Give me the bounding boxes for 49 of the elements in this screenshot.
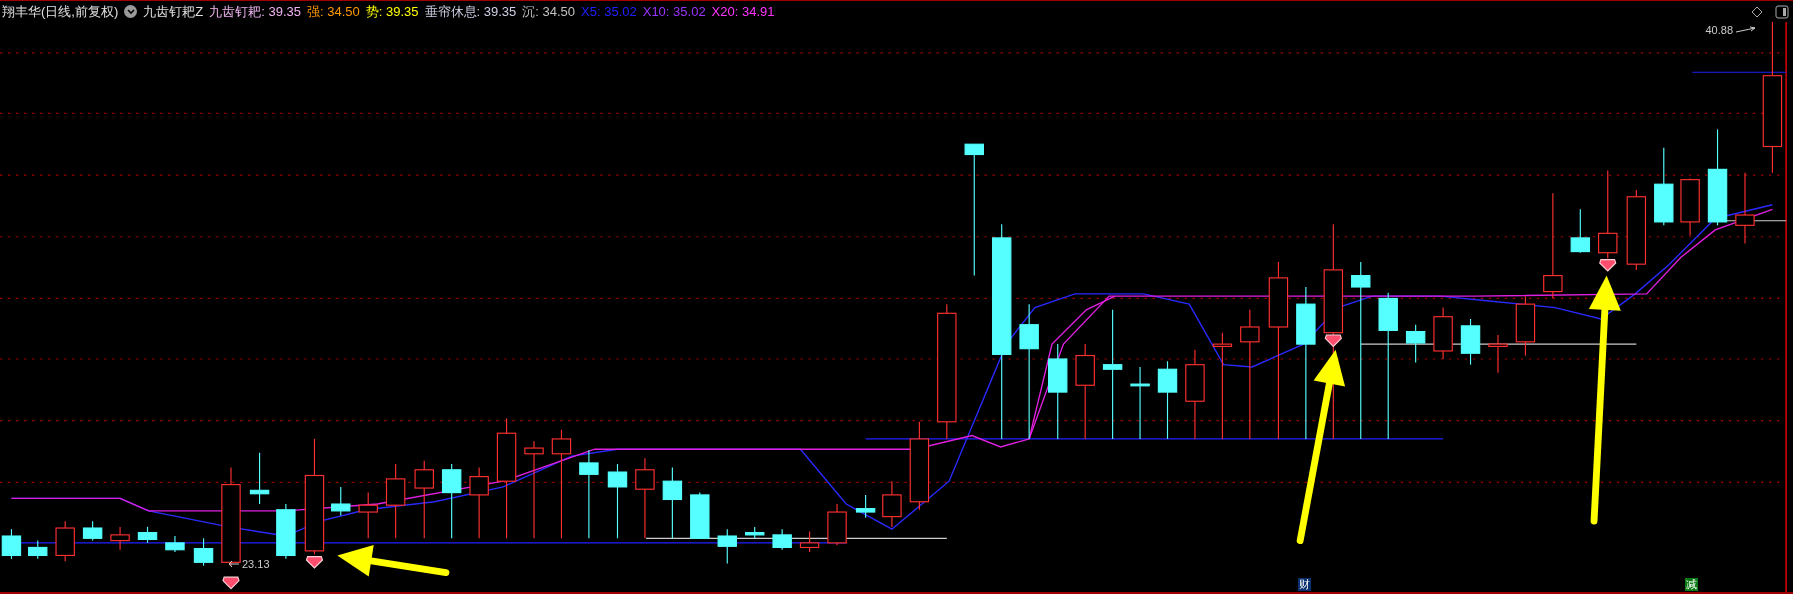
candlestick [1433, 307, 1453, 360]
price-label: 40.88 [1705, 23, 1733, 38]
candlestick [110, 526, 130, 551]
candlestick [249, 452, 270, 505]
candlestick [1460, 318, 1481, 366]
indicator-value: 垂帘休息: 39.35 [424, 2, 517, 21]
candlestick [855, 494, 876, 519]
candlestick [717, 528, 737, 564]
indicator-value: 沉: 34.50 [522, 2, 576, 21]
indicator-value: 九齿钉耙: 39.35 [209, 2, 301, 21]
candlestick [1405, 324, 1426, 363]
event-marker[interactable]: 财 [1298, 578, 1311, 591]
candlestick [193, 537, 214, 567]
candlestick [1680, 177, 1700, 237]
pointer-arrow-icon [1735, 26, 1757, 35]
gem-icon [305, 556, 324, 569]
panel-toggle-icon[interactable] [1775, 4, 1789, 19]
pointer-arrow-icon [228, 559, 240, 568]
candlestick [137, 526, 158, 544]
diamond-icon[interactable] [1751, 5, 1763, 18]
candlestick [1515, 295, 1536, 357]
candlestick [690, 492, 710, 539]
candlestick [882, 480, 902, 528]
candlestick [82, 520, 103, 542]
candlestick [799, 530, 820, 553]
dropdown-icon[interactable] [124, 5, 138, 18]
candlestick [358, 492, 378, 539]
candlestick [276, 503, 296, 560]
candlestick [28, 540, 48, 560]
price-label: 23.13 [242, 556, 270, 572]
candlestick [827, 503, 847, 546]
candlestick [1570, 208, 1591, 254]
candlestick [745, 526, 765, 539]
gem-icon [222, 576, 240, 590]
indicator-value: 势: 39.35 [365, 2, 419, 21]
chart-title: 翔丰华(日线,前复权) [2, 2, 119, 21]
candlestick [331, 486, 351, 517]
indicator-value: X10: 35.02 [642, 2, 706, 21]
indicator-value: 强: 34.50 [307, 2, 360, 21]
candlestick [1488, 334, 1508, 374]
indicator-value: X20: 34.91 [711, 2, 775, 21]
candlestick [1, 528, 22, 560]
candlestick [55, 520, 75, 562]
event-marker[interactable]: 减 [1685, 578, 1698, 591]
candlestick [772, 528, 792, 551]
gem-icon [1599, 259, 1617, 272]
candlestick [165, 535, 185, 553]
indicator-name: 九齿钉耙Z [143, 2, 204, 21]
indicator-value: X5: 35.02 [581, 2, 637, 21]
